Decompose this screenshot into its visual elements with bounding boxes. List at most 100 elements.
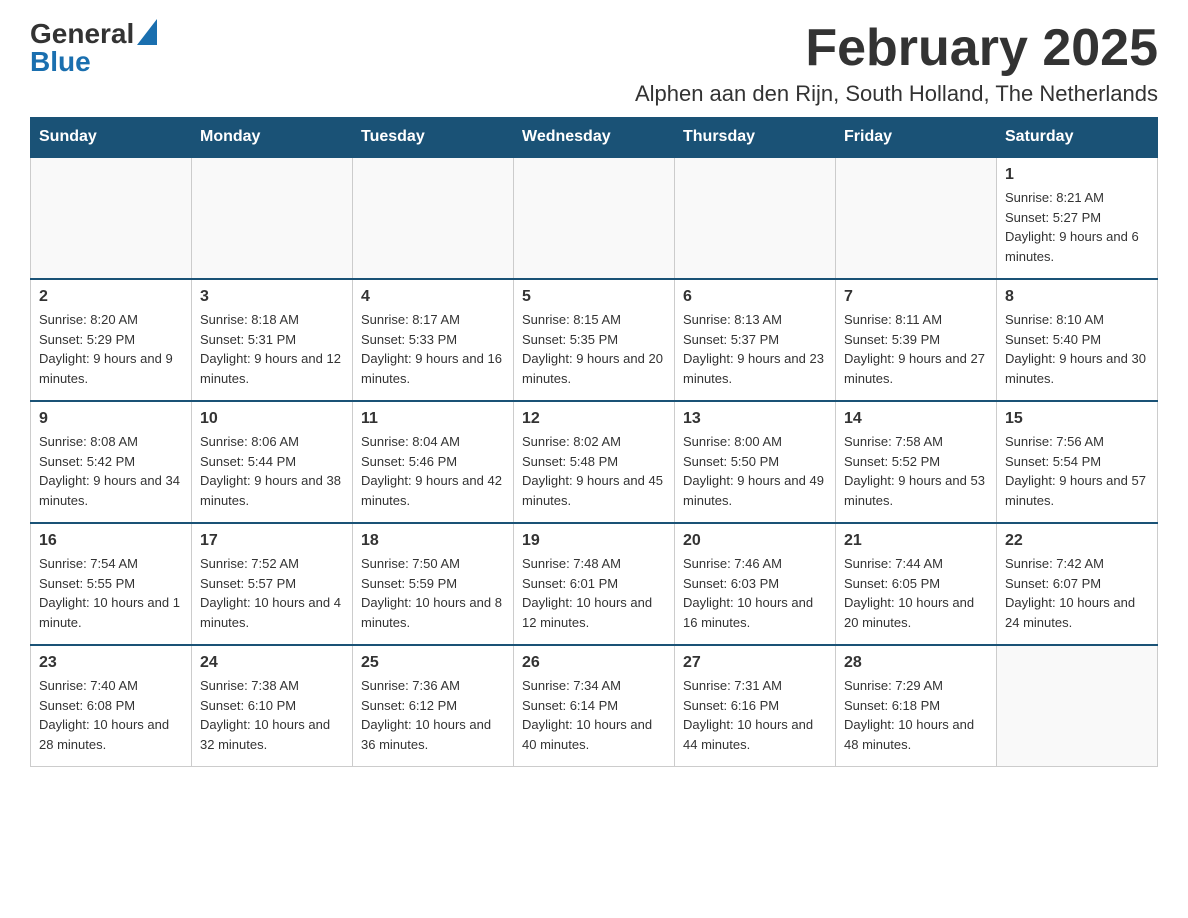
calendar-cell: 10 Sunrise: 8:06 AMSunset: 5:44 PMDayligh… xyxy=(192,401,353,523)
calendar-cell: 7Sunrise: 8:11 AMSunset: 5:39 PMDaylight… xyxy=(836,279,997,401)
calendar-cell: 15 Sunrise: 7:56 AMSunset: 5:54 PMDayligh… xyxy=(997,401,1158,523)
day-number: 13 xyxy=(683,410,827,428)
day-info: Sunrise: 8:18 AMSunset: 5:31 PMDaylight:… xyxy=(200,310,344,388)
day-info: Sunrise: 7:48 AMSunset: 6:01 PMDaylight:… xyxy=(522,554,666,632)
calendar-cell: 5Sunrise: 8:15 AMSunset: 5:35 PMDaylight… xyxy=(514,279,675,401)
day-info: Sunrise: 8:00 AMSunset: 5:50 PMDaylight:… xyxy=(683,432,827,510)
calendar-day-header: Monday xyxy=(192,118,353,158)
day-info: Sunrise: 8:02 AMSunset: 5:48 PMDaylight:… xyxy=(522,432,666,510)
day-number: 18 xyxy=(361,532,505,550)
calendar-cell xyxy=(514,157,675,279)
calendar-day-header: Saturday xyxy=(997,118,1158,158)
calendar-cell: 21Sunrise: 7:44 AMSunset: 6:05 PMDayligh… xyxy=(836,523,997,645)
calendar-cell: 4 Sunrise: 8:17 AMSunset: 5:33 PMDaylight… xyxy=(353,279,514,401)
day-number: 25 xyxy=(361,654,505,672)
calendar-cell xyxy=(192,157,353,279)
calendar-cell: 14 Sunrise: 7:58 AMSunset: 5:52 PMDayligh… xyxy=(836,401,997,523)
calendar-cell: 9 Sunrise: 8:08 AMSunset: 5:42 PMDaylight… xyxy=(31,401,192,523)
calendar-cell: 2Sunrise: 8:20 AMSunset: 5:29 PMDaylight… xyxy=(31,279,192,401)
calendar-cell: 22Sunrise: 7:42 AMSunset: 6:07 PMDayligh… xyxy=(997,523,1158,645)
calendar-day-header: Sunday xyxy=(31,118,192,158)
day-number: 7 xyxy=(844,288,988,306)
calendar-day-header: Wednesday xyxy=(514,118,675,158)
calendar-cell: 13 Sunrise: 8:00 AMSunset: 5:50 PMDayligh… xyxy=(675,401,836,523)
day-number: 8 xyxy=(1005,288,1149,306)
month-title: February 2025 xyxy=(635,20,1158,77)
day-number: 3 xyxy=(200,288,344,306)
calendar-cell: 20Sunrise: 7:46 AMSunset: 6:03 PMDayligh… xyxy=(675,523,836,645)
calendar-cell: 12 Sunrise: 8:02 AMSunset: 5:48 PMDayligh… xyxy=(514,401,675,523)
day-info: Sunrise: 8:08 AMSunset: 5:42 PMDaylight:… xyxy=(39,432,183,510)
day-number: 1 xyxy=(1005,166,1149,184)
day-info: Sunrise: 7:38 AMSunset: 6:10 PMDaylight:… xyxy=(200,676,344,754)
page-header: General Blue February 2025 Alphen aan de… xyxy=(30,20,1158,107)
calendar-cell xyxy=(997,645,1158,767)
calendar-week-row: 23 Sunrise: 7:40 AMSunset: 6:08 PMDayligh… xyxy=(31,645,1158,767)
day-number: 4 xyxy=(361,288,505,306)
day-info: Sunrise: 7:40 AMSunset: 6:08 PMDaylight:… xyxy=(39,676,183,754)
calendar-cell: 1Sunrise: 8:21 AMSunset: 5:27 PMDaylight… xyxy=(997,157,1158,279)
calendar-cell: 24 Sunrise: 7:38 AMSunset: 6:10 PMDayligh… xyxy=(192,645,353,767)
calendar-cell xyxy=(31,157,192,279)
day-info: Sunrise: 7:56 AMSunset: 5:54 PMDaylight:… xyxy=(1005,432,1149,510)
day-number: 17 xyxy=(200,532,344,550)
day-number: 9 xyxy=(39,410,183,428)
calendar-week-row: 9 Sunrise: 8:08 AMSunset: 5:42 PMDaylight… xyxy=(31,401,1158,523)
calendar-cell xyxy=(836,157,997,279)
day-info: Sunrise: 7:36 AMSunset: 6:12 PMDaylight:… xyxy=(361,676,505,754)
calendar-cell: 18 Sunrise: 7:50 AMSunset: 5:59 PMDayligh… xyxy=(353,523,514,645)
calendar-header-row: SundayMondayTuesdayWednesdayThursdayFrid… xyxy=(31,118,1158,158)
calendar-cell xyxy=(353,157,514,279)
day-info: Sunrise: 7:31 AMSunset: 6:16 PMDaylight:… xyxy=(683,676,827,754)
calendar-day-header: Thursday xyxy=(675,118,836,158)
calendar-cell: 23 Sunrise: 7:40 AMSunset: 6:08 PMDayligh… xyxy=(31,645,192,767)
calendar-week-row: 1Sunrise: 8:21 AMSunset: 5:27 PMDaylight… xyxy=(31,157,1158,279)
day-number: 19 xyxy=(522,532,666,550)
day-info: Sunrise: 8:17 AMSunset: 5:33 PMDaylight:… xyxy=(361,310,505,388)
day-info: Sunrise: 7:52 AMSunset: 5:57 PMDaylight:… xyxy=(200,554,344,632)
logo-triangle-icon xyxy=(137,19,157,45)
day-info: Sunrise: 8:13 AMSunset: 5:37 PMDaylight:… xyxy=(683,310,827,388)
calendar-cell: 27 Sunrise: 7:31 AMSunset: 6:16 PMDayligh… xyxy=(675,645,836,767)
day-info: Sunrise: 8:20 AMSunset: 5:29 PMDaylight:… xyxy=(39,310,183,388)
day-number: 27 xyxy=(683,654,827,672)
calendar-cell: 17 Sunrise: 7:52 AMSunset: 5:57 PMDayligh… xyxy=(192,523,353,645)
day-number: 28 xyxy=(844,654,988,672)
day-number: 14 xyxy=(844,410,988,428)
day-info: Sunrise: 8:06 AMSunset: 5:44 PMDaylight:… xyxy=(200,432,344,510)
calendar-table: SundayMondayTuesdayWednesdayThursdayFrid… xyxy=(30,117,1158,767)
calendar-cell xyxy=(675,157,836,279)
day-number: 11 xyxy=(361,410,505,428)
day-info: Sunrise: 7:54 AMSunset: 5:55 PMDaylight:… xyxy=(39,554,183,632)
calendar-day-header: Friday xyxy=(836,118,997,158)
calendar-day-header: Tuesday xyxy=(353,118,514,158)
day-info: Sunrise: 7:58 AMSunset: 5:52 PMDaylight:… xyxy=(844,432,988,510)
calendar-cell: 19 Sunrise: 7:48 AMSunset: 6:01 PMDayligh… xyxy=(514,523,675,645)
day-number: 5 xyxy=(522,288,666,306)
calendar-cell: 3 Sunrise: 8:18 AMSunset: 5:31 PMDaylight… xyxy=(192,279,353,401)
logo-blue-text: Blue xyxy=(30,46,91,77)
calendar-week-row: 2Sunrise: 8:20 AMSunset: 5:29 PMDaylight… xyxy=(31,279,1158,401)
day-info: Sunrise: 7:34 AMSunset: 6:14 PMDaylight:… xyxy=(522,676,666,754)
day-info: Sunrise: 7:46 AMSunset: 6:03 PMDaylight:… xyxy=(683,554,827,632)
day-info: Sunrise: 8:10 AMSunset: 5:40 PMDaylight:… xyxy=(1005,310,1149,388)
day-info: Sunrise: 7:42 AMSunset: 6:07 PMDaylight:… xyxy=(1005,554,1149,632)
logo-general-text: General xyxy=(30,20,134,48)
day-number: 15 xyxy=(1005,410,1149,428)
day-info: Sunrise: 7:50 AMSunset: 5:59 PMDaylight:… xyxy=(361,554,505,632)
day-number: 12 xyxy=(522,410,666,428)
location-title: Alphen aan den Rijn, South Holland, The … xyxy=(635,81,1158,107)
day-info: Sunrise: 8:04 AMSunset: 5:46 PMDaylight:… xyxy=(361,432,505,510)
calendar-cell: 6 Sunrise: 8:13 AMSunset: 5:37 PMDaylight… xyxy=(675,279,836,401)
day-info: Sunrise: 7:29 AMSunset: 6:18 PMDaylight:… xyxy=(844,676,988,754)
day-number: 26 xyxy=(522,654,666,672)
calendar-cell: 11 Sunrise: 8:04 AMSunset: 5:46 PMDayligh… xyxy=(353,401,514,523)
day-number: 24 xyxy=(200,654,344,672)
calendar-cell: 16 Sunrise: 7:54 AMSunset: 5:55 PMDayligh… xyxy=(31,523,192,645)
day-number: 6 xyxy=(683,288,827,306)
day-number: 16 xyxy=(39,532,183,550)
calendar-cell: 8 Sunrise: 8:10 AMSunset: 5:40 PMDaylight… xyxy=(997,279,1158,401)
day-number: 23 xyxy=(39,654,183,672)
calendar-cell: 25 Sunrise: 7:36 AMSunset: 6:12 PMDayligh… xyxy=(353,645,514,767)
day-number: 10 xyxy=(200,410,344,428)
